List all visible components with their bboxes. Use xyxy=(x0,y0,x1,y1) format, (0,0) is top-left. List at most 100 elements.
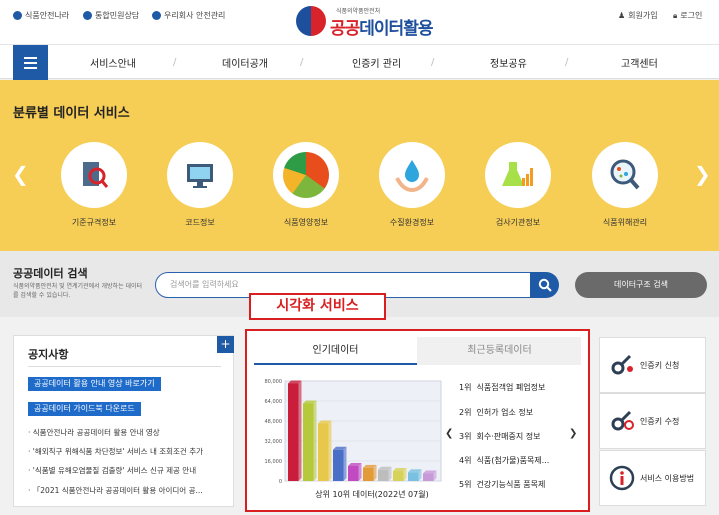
category-label: 식품위해관리 xyxy=(602,218,648,227)
person-icon: ♟ xyxy=(618,11,626,20)
notice-item[interactable]: · '해외직구 위해식품 차단정보' 서비스 내 조회조건 추가 xyxy=(28,446,228,457)
category-item[interactable]: 수질환경정보 xyxy=(372,142,452,228)
top-link-company-safety[interactable]: 우리회사 안전관리 xyxy=(152,10,225,21)
chevron-right-icon[interactable]: ❯ xyxy=(694,162,711,186)
notice-title: 공지사항 xyxy=(28,348,69,361)
chart-bar xyxy=(333,446,347,481)
chart-bar xyxy=(363,464,377,481)
category-item[interactable]: 식품위해관리 xyxy=(585,142,665,228)
top-link-label: 우리회사 안전관리 xyxy=(164,11,226,20)
nav-item-data-open[interactable]: 데이터공개 xyxy=(222,55,268,70)
pie-chart-icon xyxy=(273,142,339,208)
chevron-right-icon[interactable]: ❯ xyxy=(569,428,577,439)
chart-bar xyxy=(393,468,407,481)
chart-bar xyxy=(303,400,317,481)
nav-item-info-share[interactable]: 정보공유 xyxy=(490,55,527,70)
water-drop-hands-icon xyxy=(379,142,445,208)
y-tick-label: 80,000 xyxy=(265,379,283,385)
flask-chart-icon xyxy=(485,142,551,208)
rank-item[interactable]: 1위 식품접객업 폐업정보 xyxy=(459,382,563,393)
notice-badge-video[interactable]: 공공데이터 활용 안내 영상 바로가기 xyxy=(28,377,161,391)
service-usage-button[interactable]: 서비스 이용방법 xyxy=(599,450,706,506)
chart-caption: 상위 10위 데이터(2022년 07월) xyxy=(315,490,429,499)
category-label: 기준규격정보 xyxy=(71,218,117,227)
notice-item[interactable]: · '식품별 유해오염물질 검출량' 서비스 신규 제공 안내 xyxy=(28,465,228,476)
top-link-consult[interactable]: 통합민원상담 xyxy=(83,10,139,21)
visualization-panel: 인기데이터 최근등록데이터 0 16,000 32,000 48,000 64,000 8… xyxy=(245,329,590,512)
top-link-label: 식품안전나라 xyxy=(25,11,70,20)
notice-panel: 공지사항 + 공공데이터 활용 안내 영상 바로가기 공공데이터 가이드북 다운… xyxy=(13,335,234,507)
top-link-label: 통합민원상담 xyxy=(95,11,140,20)
login-label: 로그인 xyxy=(680,11,703,20)
side-label: 인증키 신청 xyxy=(640,361,680,370)
chat-icon xyxy=(83,11,92,20)
category-label: 검사기관정보 xyxy=(495,218,541,227)
top-bar: 식품안전나라 통합민원상담 우리회사 안전관리 식품의약품안전처 공공데이터활용… xyxy=(0,0,719,44)
chart-bar xyxy=(378,466,392,481)
api-key-edit-button[interactable]: 인증키 수정 xyxy=(599,393,706,449)
nav-separator: / xyxy=(173,57,177,68)
category-label: 코드정보 xyxy=(185,218,215,227)
y-tick-label: 64,000 xyxy=(265,399,283,405)
search-document-icon xyxy=(61,142,127,208)
tab-popular-data[interactable]: 인기데이터 xyxy=(254,337,417,365)
chart-bar xyxy=(318,420,332,481)
notice-item[interactable]: · 식품안전나라 공공데이터 활용 안내 영상 xyxy=(28,427,228,438)
lock-icon: 🔒︎ xyxy=(673,10,678,20)
chart-bar xyxy=(408,469,422,481)
category-item[interactable]: 검사기관정보 xyxy=(478,142,558,228)
category-section: 분류별 데이터 서비스 ❮ ❯ 기준규격정보 코드정보 식품영양정보 수질환경정… xyxy=(0,80,719,251)
top-link-food-safety[interactable]: 식품안전나라 xyxy=(13,10,69,21)
notice-more-button[interactable]: + xyxy=(217,336,234,353)
category-label: 수질환경정보 xyxy=(389,218,435,227)
rank-item[interactable]: 4위 식품(첨가물)품목제... xyxy=(459,455,563,466)
y-tick-label: 0 xyxy=(279,479,282,485)
monitor-code-icon xyxy=(167,142,233,208)
key-edit-icon xyxy=(611,410,634,431)
join-link[interactable]: ♟ 회원가입 xyxy=(618,10,658,21)
data-structure-search-button[interactable]: 데이터구조 검색 xyxy=(575,272,707,298)
search-icon xyxy=(538,278,552,292)
y-tick-label: 32,000 xyxy=(265,439,283,445)
nav-separator: / xyxy=(300,57,304,68)
join-label: 회원가입 xyxy=(628,11,658,20)
shield-icon xyxy=(152,11,161,20)
government-emblem-icon xyxy=(296,6,326,36)
category-section-title: 분류별 데이터 서비스 xyxy=(13,106,130,121)
tab-recent-data[interactable]: 최근등록데이터 xyxy=(418,337,581,365)
logo-title: 공공데이터활용 xyxy=(330,19,433,39)
main-nav: 서비스안내 / 데이터공개 / 인증키 관리 / 정보공유 / 고객센터 xyxy=(0,44,719,80)
key-request-icon xyxy=(611,354,633,375)
visualization-service-label: 시각화 서비스 xyxy=(249,293,386,320)
rank-item[interactable]: 5위 건강기능식품 품목제 xyxy=(459,479,563,490)
chevron-left-icon[interactable]: ❮ xyxy=(12,162,29,186)
search-section-title: 공공데이터 검색 xyxy=(13,267,88,280)
nav-separator: / xyxy=(431,57,435,68)
rank-item[interactable]: 2위 인허가 업소 정보 xyxy=(459,407,563,418)
nav-item-service-guide[interactable]: 서비스안내 xyxy=(90,55,136,70)
category-item[interactable]: 기준규격정보 xyxy=(54,142,134,228)
notice-item[interactable]: · 「2021 식품안전나라 공공데이터 활용 아이디어 공... xyxy=(28,485,228,496)
nav-item-customer-center[interactable]: 고객센터 xyxy=(621,55,658,70)
chart-bar xyxy=(288,380,302,481)
home-icon xyxy=(13,11,22,20)
nav-separator: / xyxy=(565,57,569,68)
login-link[interactable]: 🔒︎ 로그인 xyxy=(673,10,702,21)
category-item[interactable]: 코드정보 xyxy=(160,142,240,228)
hamburger-menu-button[interactable] xyxy=(13,45,48,80)
category-item[interactable]: 식품영양정보 xyxy=(266,142,346,228)
chevron-left-icon[interactable]: ❮ xyxy=(445,428,453,439)
info-icon xyxy=(609,465,635,491)
notice-badge-guidebook[interactable]: 공공데이터 가이드북 다운로드 xyxy=(28,402,141,416)
rank-item[interactable]: 3위 회수·판매중지 정보 xyxy=(459,431,563,442)
search-button[interactable] xyxy=(530,272,559,298)
site-logo[interactable]: 식품의약품안전처 공공데이터활용 xyxy=(296,4,436,40)
y-tick-label: 48,000 xyxy=(265,419,283,425)
data-tabs: 인기데이터 최근등록데이터 xyxy=(254,337,581,365)
chart-bar xyxy=(348,463,362,481)
divider xyxy=(28,366,221,367)
api-key-request-button[interactable]: 인증키 신청 xyxy=(599,337,706,393)
bacteria-magnifier-icon xyxy=(592,142,658,208)
nav-item-key-manage[interactable]: 인증키 관리 xyxy=(352,55,401,70)
top10-bar-chart: 0 16,000 32,000 48,000 64,000 80,000 xyxy=(265,379,442,485)
